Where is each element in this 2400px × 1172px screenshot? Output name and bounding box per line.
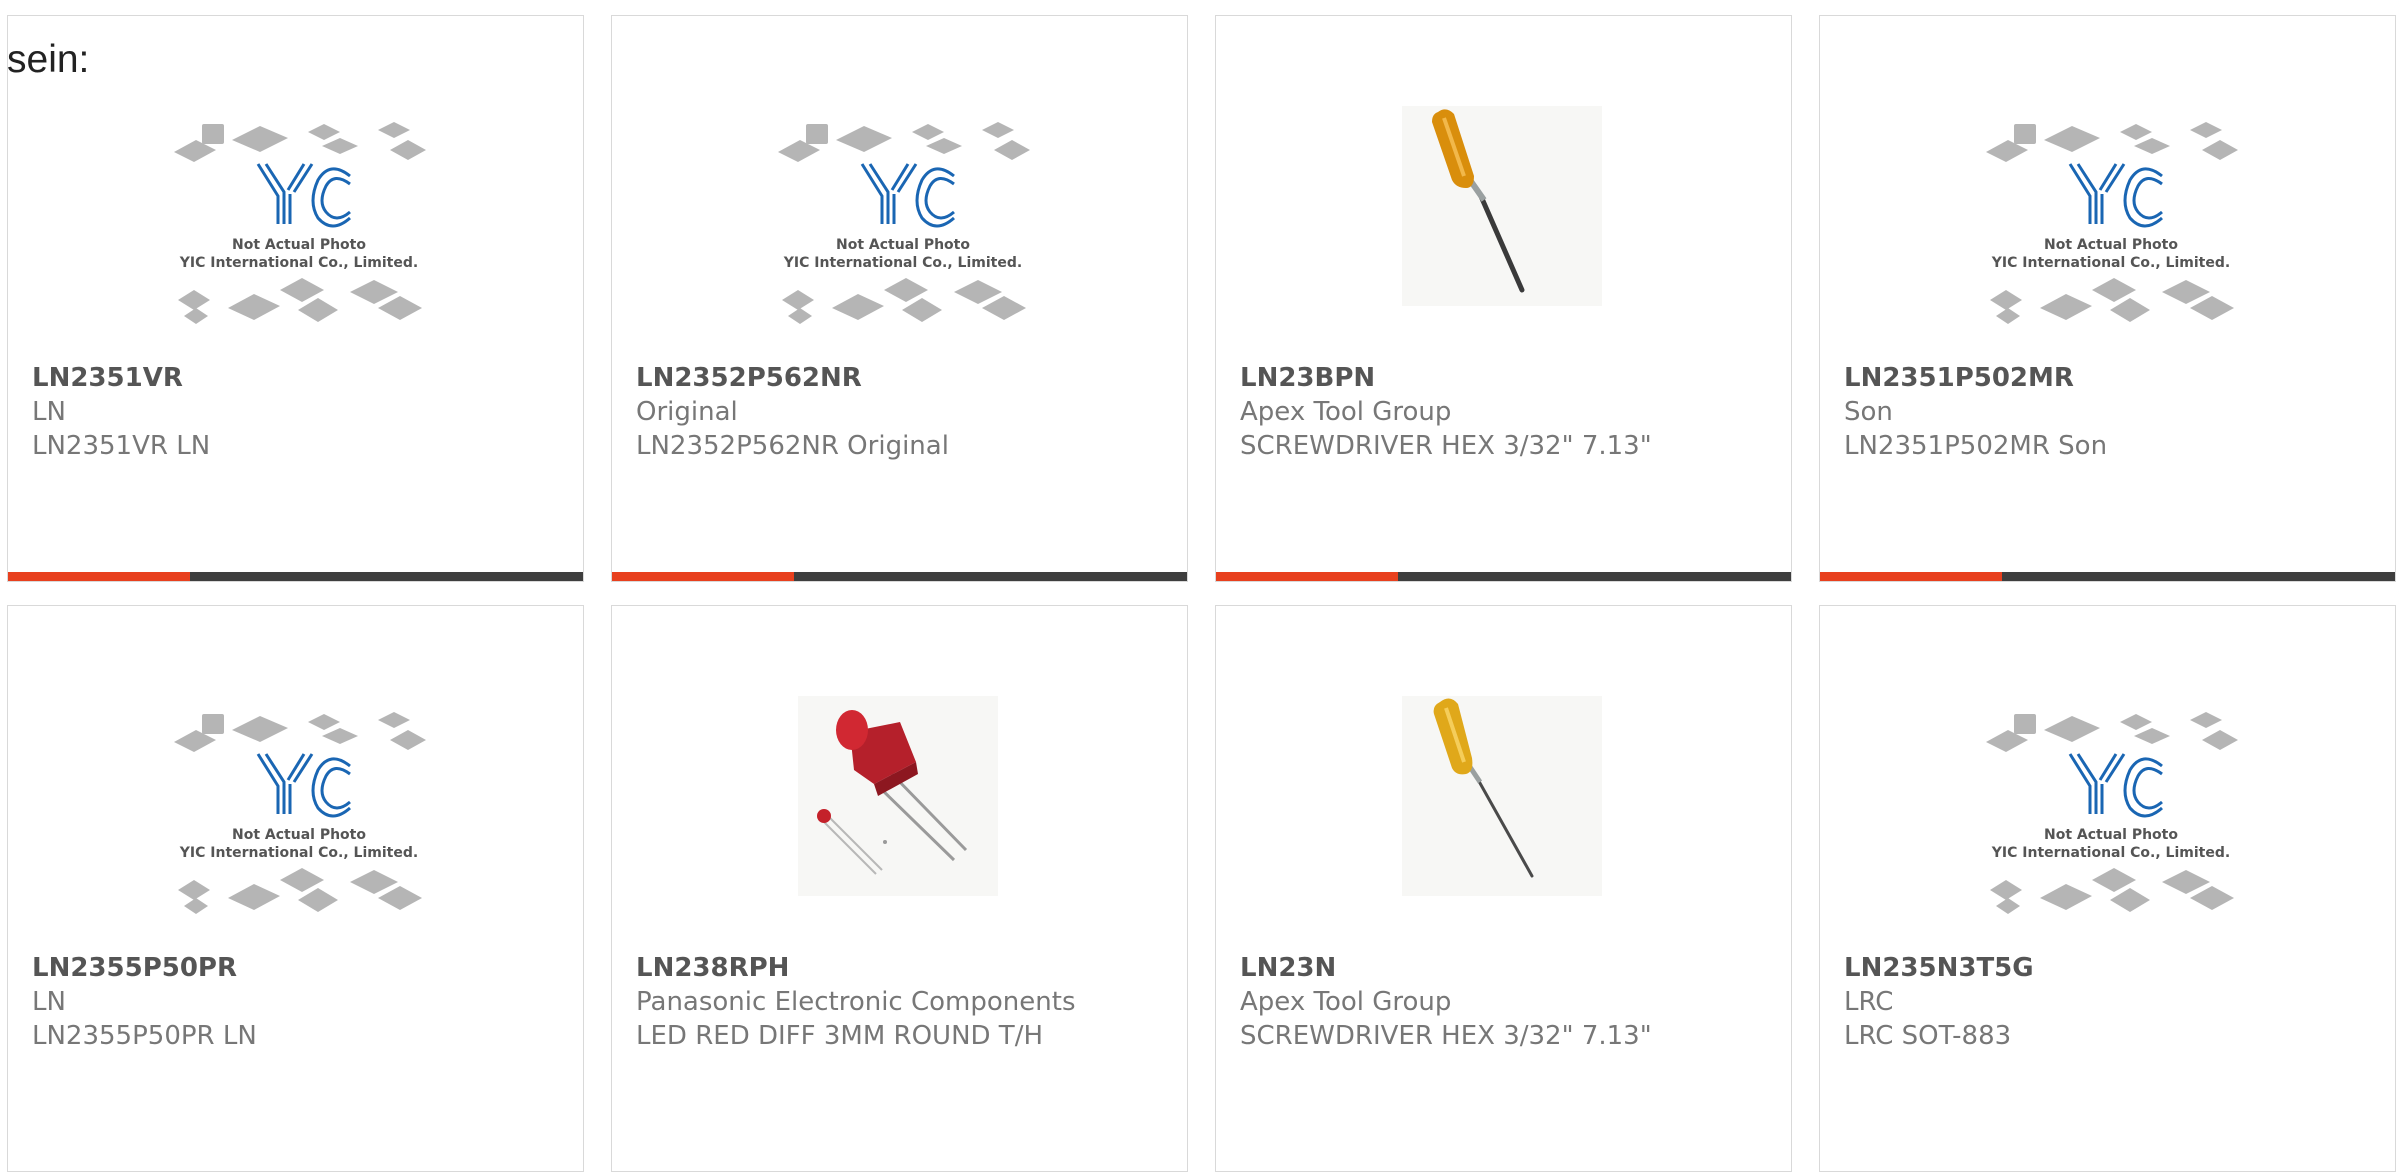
product-part-number[interactable]: LN2352P562NR — [636, 361, 1177, 395]
product-card[interactable]: Not Actual Photo YIC International Co., … — [7, 15, 584, 582]
product-card[interactable]: Not Actual Photo YIC International Co., … — [611, 15, 1188, 582]
product-info: LN235N3T5G LRC LRC SOT-883 — [1844, 951, 2385, 1053]
product-manufacturer: Panasonic Electronic Components — [636, 987, 1076, 1017]
placeholder-caption-2: YIC International Co., Limited. — [179, 255, 418, 271]
product-info: LN23N Apex Tool Group SCREWDRIVER HEX 3/… — [1240, 951, 1781, 1053]
product-description: LN2355P50PR LN — [32, 1021, 257, 1051]
placeholder-icon[interactable]: Not Actual Photo YIC International Co., … — [154, 692, 445, 928]
product-card[interactable]: LN23N Apex Tool Group SCREWDRIVER HEX 3/… — [1215, 605, 1792, 1172]
product-part-number[interactable]: LN238RPH — [636, 951, 1177, 985]
card-bar — [8, 572, 583, 581]
product-info: LN2351VR LN LN2351VR LN — [32, 361, 573, 463]
product-card[interactable]: Not Actual Photo YIC International Co., … — [1819, 605, 2396, 1172]
product-part-number[interactable]: LN2355P50PR — [32, 951, 573, 985]
product-manufacturer: Apex Tool Group — [1240, 987, 1452, 1017]
placeholder-caption-2: YIC International Co., Limited. — [1991, 255, 2230, 271]
card-bar — [1216, 572, 1791, 581]
product-manufacturer: Apex Tool Group — [1240, 397, 1452, 427]
product-card[interactable]: LN238RPH Panasonic Electronic Components… — [611, 605, 1188, 1172]
card-bar-accent — [612, 572, 794, 581]
placeholder-caption-1: Not Actual Photo — [232, 827, 366, 843]
product-manufacturer: LN — [32, 987, 66, 1017]
product-manufacturer: LN — [32, 397, 66, 427]
product-description: LN2351VR LN — [32, 431, 211, 461]
placeholder-caption-1: Not Actual Photo — [232, 237, 366, 253]
card-bar — [1820, 572, 2395, 581]
product-part-number[interactable]: LN23N — [1240, 951, 1781, 985]
product-description: LRC SOT-883 — [1844, 1021, 2012, 1051]
placeholder-icon[interactable]: Not Actual Photo YIC International Co., … — [1966, 692, 2257, 928]
placeholder-icon[interactable]: Not Actual Photo YIC International Co., … — [154, 102, 445, 338]
placeholder-icon[interactable]: Not Actual Photo YIC International Co., … — [1966, 102, 2257, 338]
placeholder-icon[interactable]: Not Actual Photo YIC International Co., … — [758, 102, 1049, 338]
product-description: SCREWDRIVER HEX 3/32" 7.13" — [1240, 431, 1652, 461]
product-info: LN2355P50PR LN LN2355P50PR LN — [32, 951, 573, 1053]
product-info: LN23BPN Apex Tool Group SCREWDRIVER HEX … — [1240, 361, 1781, 463]
placeholder-caption-1: Not Actual Photo — [2044, 237, 2178, 253]
screwdriver-icon[interactable] — [1362, 692, 1653, 928]
product-card[interactable]: Not Actual Photo YIC International Co., … — [1819, 15, 2396, 582]
product-manufacturer: Original — [636, 397, 738, 427]
product-part-number[interactable]: LN2351P502MR — [1844, 361, 2385, 395]
product-description: LED RED DIFF 3MM ROUND T/H — [636, 1021, 1043, 1051]
product-card[interactable]: LN23BPN Apex Tool Group SCREWDRIVER HEX … — [1215, 15, 1792, 582]
card-bar-accent — [1820, 572, 2002, 581]
card-bar-accent — [8, 572, 190, 581]
product-info: LN238RPH Panasonic Electronic Components… — [636, 951, 1177, 1053]
card-bar — [612, 572, 1187, 581]
page-label: sein: — [7, 38, 90, 81]
placeholder-caption-1: Not Actual Photo — [836, 237, 970, 253]
screwdriver-icon[interactable] — [1362, 102, 1653, 338]
placeholder-caption-2: YIC International Co., Limited. — [179, 845, 418, 861]
product-part-number[interactable]: LN23BPN — [1240, 361, 1781, 395]
product-description: LN2351P502MR Son — [1844, 431, 2108, 461]
placeholder-caption-2: YIC International Co., Limited. — [1991, 845, 2230, 861]
product-part-number[interactable]: LN235N3T5G — [1844, 951, 2385, 985]
placeholder-caption-2: YIC International Co., Limited. — [783, 255, 1022, 271]
product-description: LN2352P562NR Original — [636, 431, 949, 461]
product-info: LN2352P562NR Original LN2352P562NR Origi… — [636, 361, 1177, 463]
product-card[interactable]: Not Actual Photo YIC International Co., … — [7, 605, 584, 1172]
product-manufacturer: LRC — [1844, 987, 1894, 1017]
product-manufacturer: Son — [1844, 397, 1893, 427]
card-bar-accent — [1216, 572, 1398, 581]
product-description: SCREWDRIVER HEX 3/32" 7.13" — [1240, 1021, 1652, 1051]
product-info: LN2351P502MR Son LN2351P502MR Son — [1844, 361, 2385, 463]
product-part-number[interactable]: LN2351VR — [32, 361, 573, 395]
placeholder-caption-1: Not Actual Photo — [2044, 827, 2178, 843]
led-icon[interactable] — [758, 692, 1049, 928]
